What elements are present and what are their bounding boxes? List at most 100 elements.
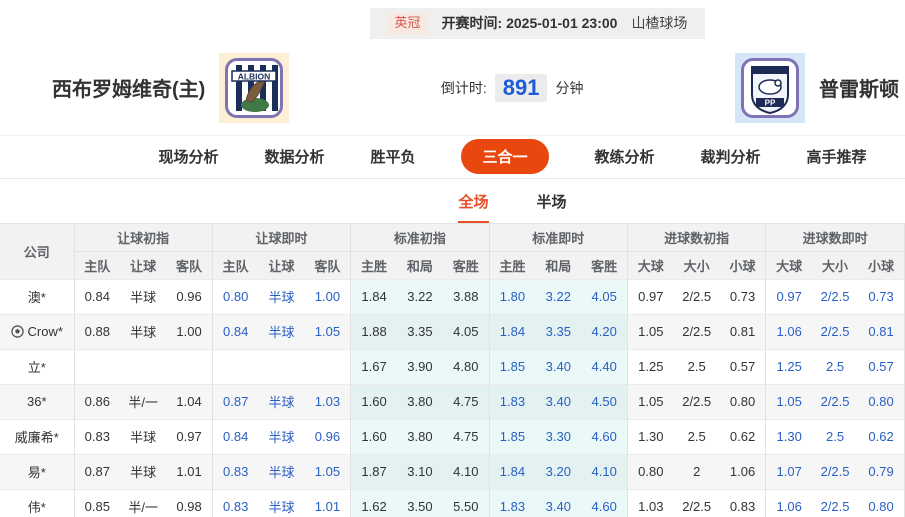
odds-cell: 5.50: [443, 488, 490, 517]
odds-cell: [258, 348, 305, 385]
group-header: 进球数初指: [627, 223, 767, 252]
odds-cell: 半球: [258, 383, 305, 420]
home-team-logo: ALBION: [219, 52, 290, 123]
nav-tabs: 现场分析 数据分析 胜平负 三合一 教练分析 裁判分析 高手推荐: [120, 136, 905, 178]
countdown-value: 891: [494, 73, 548, 102]
odds-cell: 0.80: [627, 453, 674, 490]
svg-text:ALBION: ALBION: [238, 71, 271, 81]
odds-cell: 0.86: [74, 383, 121, 420]
odds-cell: 4.60: [581, 488, 629, 517]
odds-cell: 0.87: [74, 453, 121, 490]
odds-cell: 1.05: [765, 383, 812, 420]
odds-cell: 2/2.5: [673, 383, 720, 420]
odds-cell: [304, 348, 352, 385]
odds-cell: 半/一: [120, 488, 167, 517]
home-crest-icon: ALBION: [231, 64, 279, 112]
odds-cell: 4.10: [581, 453, 629, 490]
odds-cell: 2/2.5: [812, 313, 859, 350]
odds-cell: 半球: [258, 313, 305, 350]
odds-cell: 2/2.5: [673, 313, 720, 350]
odds-cell: 1.85: [489, 418, 536, 455]
nav-tab[interactable]: 现场分析: [158, 146, 218, 167]
league-badge: 英冠: [387, 13, 428, 34]
odds-cell: 3.80: [396, 383, 443, 420]
ball-icon: [10, 325, 24, 339]
odds-cell: 1.88: [350, 313, 397, 350]
odds-cell: 2.5: [812, 418, 859, 455]
nav-tab[interactable]: 裁判分析: [701, 146, 761, 167]
nav-tab[interactable]: 高手推荐: [807, 146, 867, 167]
nav-tab[interactable]: 数据分析: [264, 146, 324, 167]
odds-cell: 1.85: [489, 348, 536, 385]
odds-cell: 0.80: [212, 278, 259, 315]
odds-cell: 1.06: [719, 453, 767, 490]
away-team: PP 普雷斯顿: [735, 52, 899, 123]
odds-cell: 0.84: [74, 278, 121, 315]
odds-cell: 1.03: [304, 383, 352, 420]
odds-cell: 0.79: [858, 453, 905, 490]
sub-column-header: 和局: [396, 250, 443, 280]
group-header: 让球初指: [74, 223, 213, 252]
odds-cell: 3.50: [396, 488, 443, 517]
odds-cell: 0.97: [627, 278, 674, 315]
nav-tab[interactable]: 三合一: [461, 139, 549, 175]
odds-cell: 0.73: [858, 278, 905, 315]
subtab-row: 全场 半场: [120, 179, 905, 223]
odds-cell: 4.20: [581, 313, 629, 350]
countdown-unit: 分钟: [555, 79, 584, 96]
odds-cell: 1.84: [489, 313, 536, 350]
odds-cell: 半球: [120, 453, 167, 490]
away-team-logo: PP: [735, 52, 805, 123]
sub-column-header: 客胜: [581, 250, 629, 280]
odds-cell: 3.22: [396, 278, 443, 315]
odds-cell: 1.01: [304, 488, 352, 517]
odds-cell: 0.62: [719, 418, 767, 455]
odds-cell: 0.81: [858, 313, 905, 350]
odds-cell: 半球: [258, 418, 305, 455]
sub-column-header: 主队: [212, 250, 259, 280]
odds-cell: 0.83: [212, 453, 259, 490]
odds-cell: 1.05: [627, 313, 674, 350]
odds-cell: 3.20: [535, 453, 582, 490]
odds-cell: 2/2.5: [812, 278, 859, 315]
nav-tab[interactable]: 教练分析: [595, 146, 655, 167]
sub-column-header: 主胜: [489, 250, 536, 280]
countdown: 倒计时: 891 分钟: [289, 73, 735, 102]
odds-cell: 1.06: [765, 313, 812, 350]
odds-cell: 4.80: [443, 348, 490, 385]
odds-cell: 0.98: [166, 488, 213, 517]
subtab[interactable]: 全场: [458, 191, 489, 223]
odds-cell: 1.00: [304, 278, 352, 315]
team-header: 西布罗姆维奇(主) ALBION 倒计时: 891 分钟 PP 普雷斯顿: [0, 39, 905, 135]
odds-cell: 1.67: [350, 348, 397, 385]
odds-cell: 1.25: [627, 348, 674, 385]
odds-cell: 1.60: [350, 383, 397, 420]
company-name: Crow*: [0, 313, 75, 350]
odds-cell: [212, 348, 259, 385]
odds-cell: 半球: [120, 418, 167, 455]
odds-cell: 3.35: [396, 313, 443, 350]
company-name: 伟*: [0, 488, 75, 517]
odds-cell: 1.01: [166, 453, 213, 490]
odds-cell: 0.87: [212, 383, 259, 420]
odds-cell: 0.84: [212, 418, 259, 455]
odds-cell: 1.04: [166, 383, 213, 420]
odds-cell: 半球: [258, 488, 305, 517]
odds-row: 澳* 0.84 半球 0.96 0.80 半球 1.00 1.84 3.22 3.88 1.80 3.…: [0, 278, 905, 315]
odds-cell: 4.50: [581, 383, 629, 420]
odds-cell: 0.96: [304, 418, 352, 455]
sub-column-header: 小球: [719, 250, 767, 280]
odds-cell: 0.80: [858, 383, 905, 420]
odds-cell: 1.83: [489, 488, 536, 517]
odds-cell: 半球: [258, 453, 305, 490]
match-odds-page: 英冠 开赛时间: 2025-01-01 23:00 山楂球场 西布罗姆维奇(主): [0, 0, 905, 517]
odds-cell: 4.75: [443, 418, 490, 455]
subtab[interactable]: 半场: [537, 191, 567, 223]
odds-cell: 半球: [258, 278, 305, 315]
odds-cell: 3.40: [535, 383, 582, 420]
nav-tab[interactable]: 胜平负: [370, 146, 415, 167]
odds-cell: 1.25: [765, 348, 812, 385]
odds-row: 伟* 0.85 半/一 0.98 0.83 半球 1.01 1.62 3.50 5.50 1.83 3…: [0, 488, 905, 517]
odds-cell: 0.83: [719, 488, 767, 517]
away-team-name: 普雷斯顿: [819, 79, 899, 102]
